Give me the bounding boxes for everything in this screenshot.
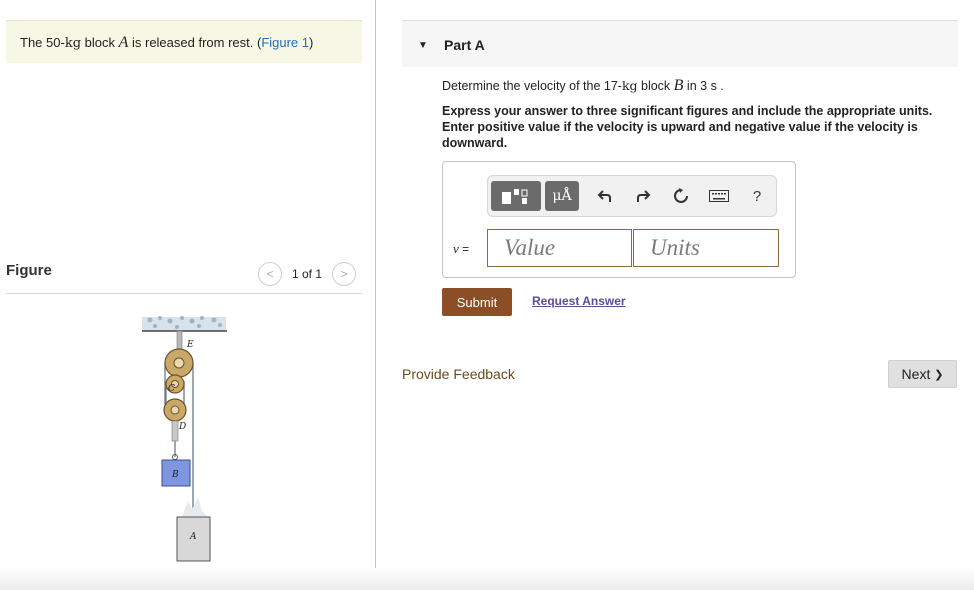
reset-icon <box>674 188 688 203</box>
caret-down-icon: ▼ <box>418 40 428 51</box>
label-a: A <box>189 532 197 542</box>
units-input[interactable]: Units <box>633 229 779 267</box>
request-answer-link[interactable]: Request Answer <box>532 294 626 308</box>
units-icon: μÅ <box>552 188 572 204</box>
units-button[interactable]: μÅ <box>545 181 579 211</box>
submit-button[interactable]: Submit <box>442 288 512 316</box>
undo-icon <box>597 190 611 202</box>
problem-statement: The 50-kg block A is released from rest.… <box>6 20 362 63</box>
template-button[interactable] <box>491 181 541 211</box>
question-text: Determine the velocity of the 17-kg bloc… <box>442 77 724 95</box>
next-label: Next <box>901 366 931 382</box>
prev-figure-button[interactable]: < <box>258 262 282 286</box>
bottom-fade <box>0 568 974 590</box>
pager-text: 1 of 1 <box>292 267 323 281</box>
motion-blur <box>182 498 208 517</box>
redo-icon <box>637 190 651 202</box>
problem-text-suffix: is released from rest. ( <box>128 35 262 50</box>
problem-mass-unit: kg <box>64 36 82 51</box>
problem-text-mid: block <box>81 35 119 50</box>
problem-block-var: A <box>118 34 129 51</box>
label-d: D <box>178 422 186 432</box>
keyboard-button[interactable] <box>706 181 732 211</box>
question-mid: block <box>637 79 674 93</box>
chevron-left-icon: < <box>266 267 274 281</box>
answer-row: v = Value Units <box>443 229 795 267</box>
answer-panel: μÅ ? v = Value Units <box>442 161 796 278</box>
value-input[interactable]: Value <box>487 229 632 267</box>
problem-text-prefix: The 50- <box>20 35 65 50</box>
label-e: E <box>186 340 194 350</box>
reset-button[interactable] <box>668 181 694 211</box>
link-rod <box>171 420 179 442</box>
question-suffix: in 3 <box>683 79 711 93</box>
help-icon: ? <box>752 187 762 205</box>
label-b: B <box>171 470 179 480</box>
question-prefix: Determine the velocity of the 17- <box>442 79 622 93</box>
figure-pager: < 1 of 1 > <box>258 262 357 286</box>
figure-link[interactable]: Figure 1 <box>261 35 309 50</box>
undo-button[interactable] <box>592 181 618 211</box>
figure-title: Figure <box>6 262 52 279</box>
provide-feedback-link[interactable]: Provide Feedback <box>402 366 515 382</box>
answer-equals: = <box>458 242 470 256</box>
label-c: C <box>168 384 175 394</box>
math-toolbar: μÅ ? <box>487 175 777 217</box>
redo-button[interactable] <box>630 181 656 211</box>
template-icon <box>502 189 528 204</box>
pulley-d-hub <box>170 405 180 415</box>
problem-text-close: ) <box>309 35 314 50</box>
pulley-figure: E C D B A <box>142 316 227 562</box>
column-divider <box>375 0 376 590</box>
chevron-right-icon: > <box>340 267 348 281</box>
instructions: Express your answer to three significant… <box>442 104 933 150</box>
question-block-var: B <box>673 77 684 94</box>
next-figure-button[interactable]: > <box>332 262 357 286</box>
figure-divider <box>6 293 362 294</box>
pulley-e-hub <box>173 357 185 369</box>
part-title: Part A <box>444 37 485 53</box>
keyboard-icon <box>709 190 729 202</box>
help-button[interactable]: ? <box>744 181 770 211</box>
question-end: . <box>716 79 724 93</box>
question-mass-unit: kg <box>621 78 638 93</box>
next-button[interactable]: Next ❯ <box>888 360 957 388</box>
part-header[interactable]: ▼ Part A <box>402 20 958 67</box>
chevron-right-icon: ❯ <box>934 368 944 381</box>
answer-variable-label: v = <box>453 241 469 257</box>
